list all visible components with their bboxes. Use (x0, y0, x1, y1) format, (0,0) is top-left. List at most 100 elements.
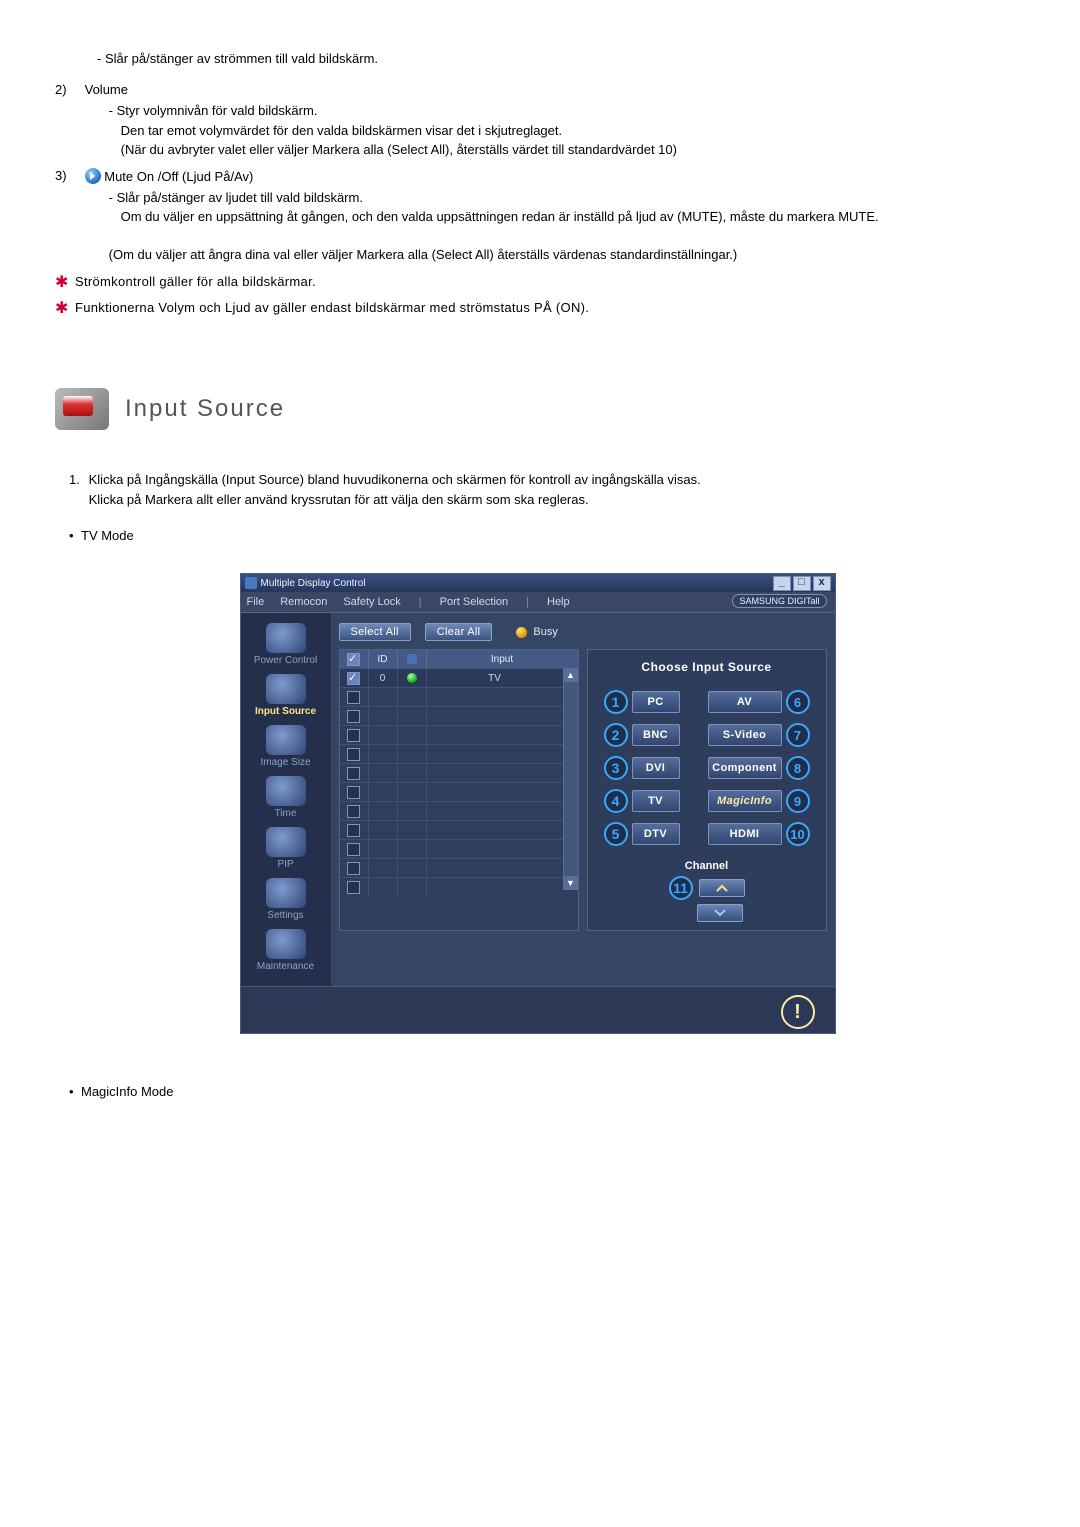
callout-1: 1 (604, 690, 628, 714)
item-2-title: Volume (85, 82, 128, 97)
menu-file[interactable]: File (247, 596, 265, 608)
star-icon: ✱ (55, 298, 75, 318)
menu-help[interactable]: Help (547, 596, 570, 608)
callout-7: 7 (786, 723, 810, 747)
row-checkbox[interactable] (347, 843, 360, 856)
row-checkbox[interactable] (347, 710, 360, 723)
sidebar-label-input: Input Source (241, 706, 331, 717)
table-row[interactable] (340, 820, 563, 839)
table-row[interactable] (340, 687, 563, 706)
header-input: Input (427, 650, 578, 668)
table-row[interactable]: 0 TV (340, 668, 563, 687)
sidebar-label-pip: PIP (241, 859, 331, 870)
row-checkbox[interactable] (347, 767, 360, 780)
row-input: TV (427, 669, 563, 687)
sidebar-item-power[interactable]: Power Control (241, 623, 331, 666)
header-checkbox[interactable] (347, 653, 360, 666)
row-checkbox[interactable] (347, 805, 360, 818)
menu-port-selection[interactable]: Port Selection (440, 596, 508, 608)
select-all-button[interactable]: Select All (339, 623, 411, 641)
sidebar-item-image[interactable]: Image Size (241, 725, 331, 768)
table-row[interactable] (340, 839, 563, 858)
table-row[interactable] (340, 858, 563, 877)
scroll-down-icon[interactable]: ▼ (564, 876, 578, 890)
table-row[interactable] (340, 706, 563, 725)
source-bnc-button[interactable]: BNC (632, 724, 680, 746)
sidebar-item-time[interactable]: Time (241, 776, 331, 819)
callout-4: 4 (604, 789, 628, 813)
source-svideo-button[interactable]: S-Video (708, 724, 782, 746)
table-row[interactable] (340, 763, 563, 782)
source-dtv-button[interactable]: DTV (632, 823, 680, 845)
row-checkbox[interactable] (347, 691, 360, 704)
callout-2: 2 (604, 723, 628, 747)
minimize-button[interactable]: _ (773, 576, 791, 591)
table-row[interactable] (340, 801, 563, 820)
table-row[interactable] (340, 877, 563, 896)
sidebar-label-settings: Settings (241, 910, 331, 921)
menubar: File Remocon Safety Lock | Port Selectio… (241, 592, 835, 613)
sidebar-label-image: Image Size (241, 757, 331, 768)
item-3-line2: Om du väljer en uppsättning åt gången, o… (121, 207, 965, 227)
sidebar-item-input[interactable]: Input Source (241, 674, 331, 717)
sidebar-item-settings[interactable]: Settings (241, 878, 331, 921)
table-row[interactable] (340, 725, 563, 744)
brand-label: SAMSUNG DIGITall (732, 594, 826, 608)
sidebar-label-power: Power Control (241, 655, 331, 666)
source-magicinfo-button[interactable]: MagicInfo (708, 790, 782, 812)
table-row[interactable] (340, 782, 563, 801)
display-list: ID Input 0 TV (339, 649, 579, 931)
app-window: Multiple Display Control _ □ x File Remo… (240, 573, 836, 1034)
mute-icon (85, 168, 101, 184)
row-checkbox[interactable] (347, 862, 360, 875)
source-av-button[interactable]: AV (708, 691, 782, 713)
menu-safety-lock[interactable]: Safety Lock (343, 596, 400, 608)
para1-num: 1. (69, 470, 85, 490)
item-3-number: 3) (55, 168, 81, 183)
sidebar-item-pip[interactable]: PIP (241, 827, 331, 870)
source-hdmi-button[interactable]: HDMI (708, 823, 782, 845)
close-button[interactable]: x (813, 576, 831, 591)
list-scrollbar[interactable]: ▲ ▼ (563, 668, 578, 890)
source-tv-button[interactable]: TV (632, 790, 680, 812)
row-checkbox[interactable] (347, 672, 360, 685)
scroll-up-icon[interactable]: ▲ (564, 668, 578, 682)
tv-mode-line: •TV Mode (69, 528, 1020, 543)
callout-8: 8 (786, 756, 810, 780)
list-header: ID Input (340, 650, 578, 668)
channel-down-button[interactable] (697, 904, 743, 922)
document-page: - Slår på/stänger av strömmen till vald … (0, 0, 1080, 1419)
source-dvi-button[interactable]: DVI (632, 757, 680, 779)
source-component-button[interactable]: Component (708, 757, 782, 779)
pip-icon (266, 827, 306, 857)
window-title: Multiple Display Control (261, 578, 366, 589)
para1-line2: Klicka på Markera allt eller använd krys… (89, 492, 589, 507)
item-2-line2: Den tar emot volymvärdet för den valda b… (121, 121, 965, 141)
input-source-icon (266, 674, 306, 704)
window-buttons: _ □ x (773, 576, 831, 591)
item-2: 2) Volume - Styr volymnivån för vald bil… (55, 82, 1020, 160)
section-heading: Input Source (55, 388, 1020, 430)
busy-icon (516, 627, 527, 638)
sidebar-item-maintenance[interactable]: Maintenance (241, 929, 331, 972)
row-checkbox[interactable] (347, 824, 360, 837)
row-checkbox[interactable] (347, 729, 360, 742)
row-checkbox[interactable] (347, 786, 360, 799)
chevron-down-icon (714, 909, 726, 917)
row-checkbox[interactable] (347, 881, 360, 894)
row-checkbox[interactable] (347, 748, 360, 761)
item-3-line3: (Om du väljer att ångra dina val eller v… (109, 245, 965, 265)
channel-up-button[interactable] (699, 879, 745, 897)
callout-6: 6 (786, 690, 810, 714)
status-on-icon (407, 673, 417, 683)
sidebar-label-maintenance: Maintenance (241, 961, 331, 972)
intro-dash-line: - Slår på/stänger av strömmen till vald … (97, 50, 1020, 68)
maximize-button[interactable]: □ (793, 576, 811, 591)
choose-input-label: Choose Input Source (598, 660, 816, 674)
star-icon: ✱ (55, 272, 75, 292)
clear-all-button[interactable]: Clear All (425, 623, 493, 641)
source-pc-button[interactable]: PC (632, 691, 680, 713)
item-2-number: 2) (55, 82, 81, 97)
menu-remocon[interactable]: Remocon (280, 596, 327, 608)
table-row[interactable] (340, 744, 563, 763)
